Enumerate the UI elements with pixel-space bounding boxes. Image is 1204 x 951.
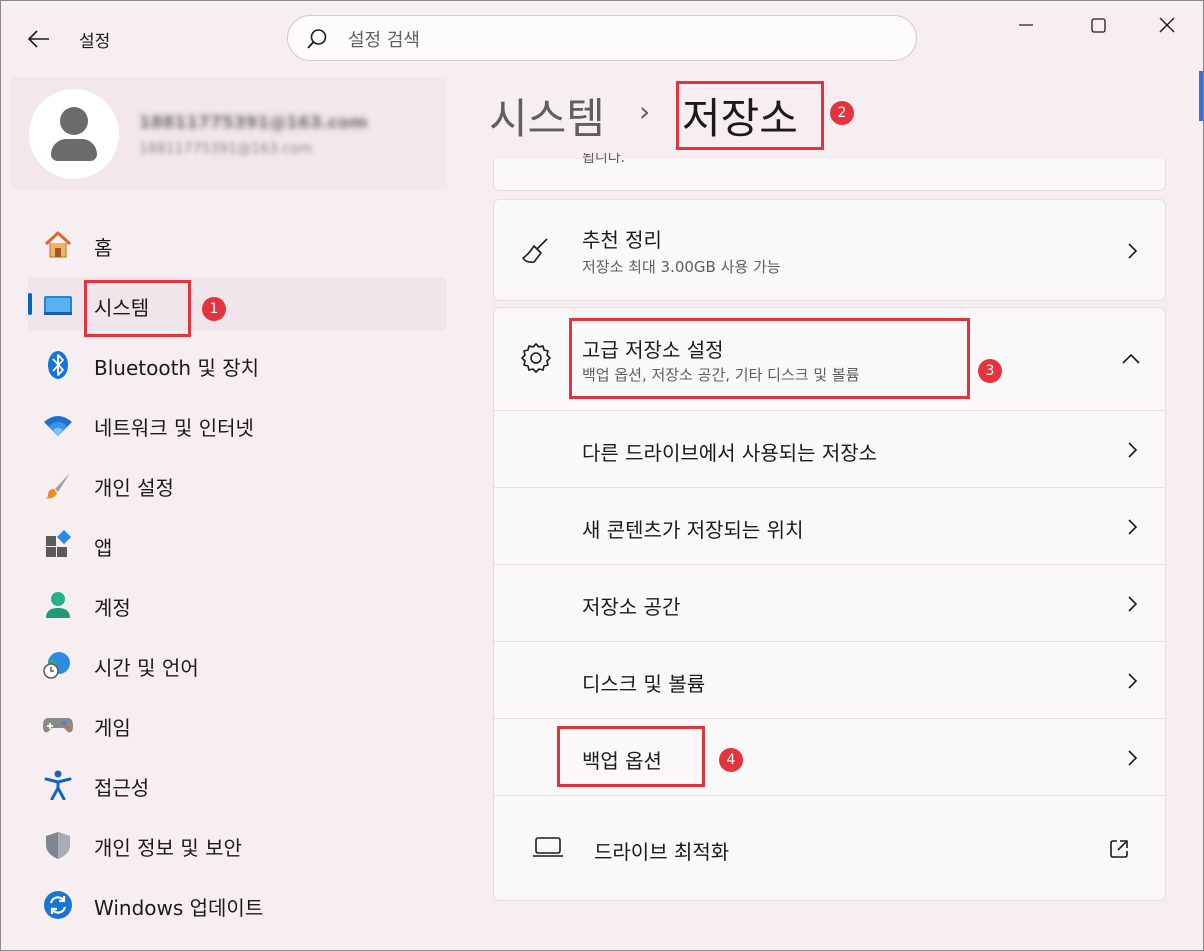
sidebar-item-label: 홈: [94, 236, 113, 260]
apps-icon: [46, 530, 72, 557]
system-icon: [44, 296, 72, 315]
clipped-text: 됩니다.: [582, 153, 626, 166]
selection-indicator: [28, 293, 32, 315]
close-icon: [1159, 17, 1175, 33]
laptop-icon: [533, 837, 563, 857]
search-box[interactable]: [287, 15, 917, 61]
user-profile[interactable]: 18811775391@163.com 18811775391@163.com: [11, 77, 447, 189]
avatar-body: [51, 139, 97, 161]
sidebar-item-label: Windows 업데이트: [94, 896, 264, 920]
sidebar-item-label: 네트워크 및 인터넷: [94, 416, 254, 440]
sidebar-item-personalization[interactable]: 개인 설정: [28, 457, 447, 511]
maximize-icon: [1090, 17, 1106, 33]
sidebar-item-privacy[interactable]: 개인 정보 및 보안: [28, 817, 447, 871]
sidebar-item-accessibility[interactable]: 접근성: [28, 757, 447, 811]
settings-window: 설정 18811775391@163.com 18811775391@163.c…: [0, 0, 1204, 951]
annotation-box-2: [676, 81, 824, 150]
minimize-button[interactable]: [991, 1, 1061, 49]
account-icon: [46, 592, 70, 618]
update-icon: [44, 891, 72, 919]
brush-icon: [45, 473, 70, 499]
annotation-box-1: [84, 280, 191, 337]
back-arrow-icon: [28, 30, 49, 48]
avatar: [29, 89, 119, 179]
sidebar-item-time-language[interactable]: 시간 및 언어: [28, 637, 447, 691]
annotation-box-4: [557, 726, 705, 787]
annotation-badge-3: 3: [978, 359, 1002, 383]
sidebar-item-network[interactable]: 네트워크 및 인터넷: [28, 397, 447, 451]
globe-clock-icon: [43, 652, 70, 679]
search-input[interactable]: [346, 25, 890, 55]
list-item-label: 새 콘텐츠가 저장되는 위치: [582, 518, 804, 542]
home-icon: [44, 231, 72, 258]
sidebar-item-label: 게임: [94, 716, 131, 740]
app-title: 설정: [79, 32, 111, 52]
sidebar-item-label: 시간 및 언어: [94, 656, 199, 680]
sidebar-item-home[interactable]: 홈: [28, 217, 447, 271]
breadcrumb-separator: ›: [639, 95, 651, 128]
profile-email: 18811775391@163.com: [139, 141, 313, 157]
wifi-icon: [44, 416, 72, 436]
shield-icon: [46, 832, 70, 859]
gamepad-icon: [43, 718, 73, 733]
maximize-button[interactable]: [1063, 1, 1133, 49]
annotation-badge-4: 4: [719, 748, 743, 772]
accessibility-icon: [44, 770, 72, 800]
annotation-badge-1: 1: [202, 297, 226, 321]
sidebar-item-label: 앱: [94, 536, 113, 560]
close-button[interactable]: [1132, 1, 1202, 49]
list-item-label: 드라이브 최적화: [594, 840, 730, 864]
sidebar-item-label: 계정: [94, 596, 131, 620]
sidebar-item-bluetooth[interactable]: Bluetooth 및 장치: [28, 337, 447, 391]
cleanup-subtitle: 저장소 최대 3.00GB 사용 가능: [582, 258, 781, 276]
chevron-right-icon: [1128, 750, 1138, 766]
minimize-icon: [1019, 24, 1033, 26]
list-item-label: 저장소 공간: [582, 595, 681, 619]
annotation-badge-2: 2: [830, 101, 854, 125]
list-item-storage-spaces[interactable]: 저장소 공간: [494, 565, 1165, 641]
background-window-edge: [1199, 71, 1203, 121]
title-bar: 설정: [1, 1, 1203, 77]
cleanup-recommendations-card[interactable]: 추천 정리 저장소 최대 3.00GB 사용 가능: [493, 199, 1166, 301]
list-item-drive-optimization[interactable]: 드라이브 최적화: [494, 796, 1165, 900]
bluetooth-icon: [48, 351, 68, 379]
profile-name: 18811775391@163.com: [139, 113, 368, 133]
back-button[interactable]: [23, 23, 55, 55]
sidebar-item-label: Bluetooth 및 장치: [94, 356, 260, 380]
chevron-right-icon: [1128, 442, 1138, 458]
search-icon: [307, 29, 327, 49]
sidebar-item-accounts[interactable]: 계정: [28, 577, 447, 631]
chevron-right-icon: [1128, 519, 1138, 535]
sidebar-item-label: 개인 정보 및 보안: [94, 836, 242, 860]
chevron-right-icon: [1128, 596, 1138, 612]
list-item-label: 다른 드라이브에서 사용되는 저장소: [582, 441, 878, 465]
cleanup-title: 추천 정리: [582, 228, 662, 252]
gear-icon: [521, 343, 551, 373]
avatar-head: [60, 107, 88, 135]
chevron-up-icon: [1122, 353, 1140, 364]
chevron-right-icon: [1128, 243, 1138, 259]
list-item-other-drives[interactable]: 다른 드라이브에서 사용되는 저장소: [494, 411, 1165, 487]
sidebar-item-label: 접근성: [94, 776, 150, 800]
sidebar-item-gaming[interactable]: 게임: [28, 697, 447, 751]
list-item-disks-volumes[interactable]: 디스크 및 볼륨: [494, 642, 1165, 718]
annotation-box-3: [569, 318, 970, 399]
breadcrumb-parent[interactable]: 시스템: [489, 85, 605, 146]
broom-icon: [522, 238, 548, 263]
storage-card-clipped: 됩니다.: [493, 153, 1166, 191]
external-link-icon: [1110, 840, 1128, 858]
sidebar-item-label: 개인 설정: [94, 476, 174, 500]
sidebar-item-windows-update[interactable]: Windows 업데이트: [28, 877, 447, 931]
sidebar-item-apps[interactable]: 앱: [28, 517, 447, 571]
list-item-save-location[interactable]: 새 콘텐츠가 저장되는 위치: [494, 488, 1165, 564]
list-item-label: 디스크 및 볼륨: [582, 672, 706, 696]
chevron-right-icon: [1128, 673, 1138, 689]
